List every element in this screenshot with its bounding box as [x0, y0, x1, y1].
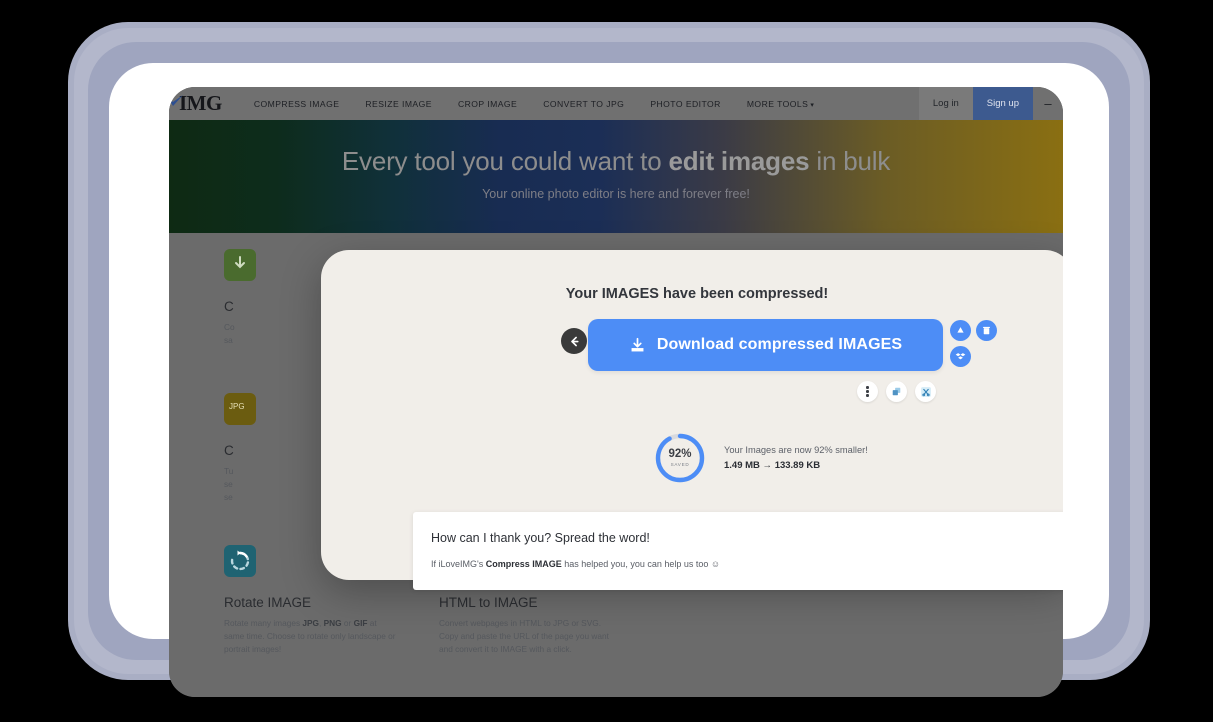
signup-label: Sign up [986, 98, 1019, 109]
nav-link-label: PHOTO EDITOR [650, 98, 721, 109]
nav-link-label: CROP IMAGE [457, 98, 518, 109]
download-icon [631, 337, 644, 351]
tool-title: HTML to IMAGE [439, 595, 538, 610]
back-button[interactable] [561, 328, 587, 354]
nav-link-crop[interactable]: CROP IMAGE [458, 99, 517, 109]
savings-percent-caption: SAVED [670, 462, 690, 467]
thank-you-part2: has helped you, you can help us too ☺ [561, 559, 721, 569]
copy-link-icon [892, 387, 901, 396]
download-button-label: Download compressed IMAGES [656, 336, 903, 353]
menu-glyph: – [1044, 96, 1052, 111]
arrow-right-icon: → [762, 460, 773, 471]
thank-you-title: How can I thank you? Spread the word! [431, 531, 650, 545]
arrow-left-icon [570, 336, 579, 346]
nav-link-more-tools[interactable]: MORE TOOLS ▾ [747, 99, 814, 109]
nav-link-label: COMPRESS IMAGE [253, 98, 340, 109]
desc-part: or [341, 618, 354, 628]
logo-swoosh-icon [169, 95, 183, 106]
google-drive-button[interactable] [950, 320, 971, 341]
google-drive-icon [957, 327, 964, 333]
savings-percent-value: 92% [668, 448, 692, 460]
hero-title: Every tool you could want to edit images… [169, 146, 1063, 177]
thank-you-card: How can I thank you? Spread the word! If… [413, 512, 1063, 590]
desc-bold: PNG [323, 618, 342, 628]
tool-title: Rotate IMAGE [224, 595, 312, 610]
rotate-icon [224, 545, 256, 577]
device-frame-white: IMG COMPRESS IMAGE RESIZE IMAGE CROP IMA… [109, 63, 1109, 697]
menu-icon[interactable]: – [1033, 87, 1063, 120]
savings-sizes: 1.49 MB → 133.89 KB [724, 460, 868, 471]
page-root: IMG COMPRESS IMAGE RESIZE IMAGE CROP IMA… [169, 87, 1063, 697]
size-before: 1.49 MB [724, 460, 760, 471]
hero-title-part1: Every tool you could want to [341, 146, 669, 176]
login-button[interactable]: Log in [918, 87, 973, 120]
desc-bold: GIF [353, 618, 368, 628]
dropbox-button[interactable] [950, 346, 971, 367]
compression-result-modal: Your IMAGES have been compressed! Downlo… [321, 250, 1063, 590]
trash-icon [983, 326, 990, 335]
chevron-down-icon: ▾ [810, 101, 815, 109]
device-frame-outer: IMG COMPRESS IMAGE RESIZE IMAGE CROP IMA… [68, 22, 1150, 697]
thank-you-part1: If iLoveIMG's [431, 559, 486, 569]
thank-you-bold: Compress IMAGE [485, 559, 562, 569]
browser-screen: IMG COMPRESS IMAGE RESIZE IMAGE CROP IMA… [169, 87, 1063, 697]
nav-link-photo-editor[interactable]: PHOTO EDITOR [650, 99, 721, 109]
copy-link-button[interactable] [886, 381, 907, 402]
hero-title-part2: in bulk [809, 146, 891, 176]
device-frame-ring: IMG COMPRESS IMAGE RESIZE IMAGE CROP IMA… [74, 28, 1144, 697]
nav-link-label: RESIZE IMAGE [365, 98, 432, 109]
nav-link-compress[interactable]: COMPRESS IMAGE [254, 99, 340, 109]
download-compressed-images-button[interactable]: Download compressed IMAGES [588, 319, 943, 371]
compress-icon [224, 249, 256, 281]
savings-text: Your Images are now 92% smaller! 1.49 MB… [724, 445, 868, 471]
more-options-button[interactable] [857, 381, 878, 402]
jpg-icon: JPG [224, 393, 256, 425]
savings-ring: 92% SAVED [654, 432, 706, 484]
signup-button[interactable]: Sign up [972, 87, 1033, 120]
savings-stats: 92% SAVED Your Images are now 92% smalle… [654, 432, 868, 484]
more-options-icon [866, 386, 869, 397]
hero-title-bold: edit images [668, 146, 810, 176]
hero-subtitle: Your online photo editor is here and for… [482, 187, 750, 201]
nav-link-convert-to-jpg[interactable]: CONVERT TO JPG [543, 99, 624, 109]
tool-description: Rotate many images JPG, PNG or GIF at sa… [224, 617, 396, 656]
navbar-right: Log in Sign up – [918, 87, 1063, 120]
savings-percent: 92% SAVED [654, 432, 706, 484]
navbar: IMG COMPRESS IMAGE RESIZE IMAGE CROP IMA… [169, 87, 1063, 120]
hero-banner: Every tool you could want to edit images… [169, 120, 1063, 233]
desc-part: Rotate many images [224, 618, 303, 628]
nav-links: COMPRESS IMAGE RESIZE IMAGE CROP IMAGE C… [254, 99, 814, 109]
login-label: Log in [932, 98, 959, 109]
site-logo-text: IMG [179, 91, 222, 115]
thank-you-subtitle: If iLoveIMG's Compress IMAGE has helped … [431, 559, 1063, 569]
cut-button[interactable] [915, 381, 936, 402]
dropbox-icon [955, 353, 966, 360]
nav-link-resize[interactable]: RESIZE IMAGE [365, 99, 432, 109]
delete-button[interactable] [976, 320, 997, 341]
size-after: 133.89 KB [774, 460, 821, 471]
modal-title: Your IMAGES have been compressed! [565, 286, 829, 302]
site-logo[interactable]: IMG [169, 91, 222, 115]
secondary-actions-row [857, 381, 936, 402]
nav-link-label: MORE TOOLS [746, 98, 809, 109]
download-row: Download compressed IMAGES [321, 319, 1063, 371]
cut-icon [920, 386, 931, 397]
desc-bold: JPG [302, 618, 320, 628]
svg-text:JPG: JPG [229, 402, 245, 411]
tool-description: Convert webpages in HTML to JPG or SVG. … [439, 618, 609, 654]
device-frame-ring-inner: IMG COMPRESS IMAGE RESIZE IMAGE CROP IMA… [88, 42, 1130, 697]
nav-link-label: CONVERT TO JPG [543, 98, 625, 109]
savings-summary: Your Images are now 92% smaller! [724, 445, 868, 455]
